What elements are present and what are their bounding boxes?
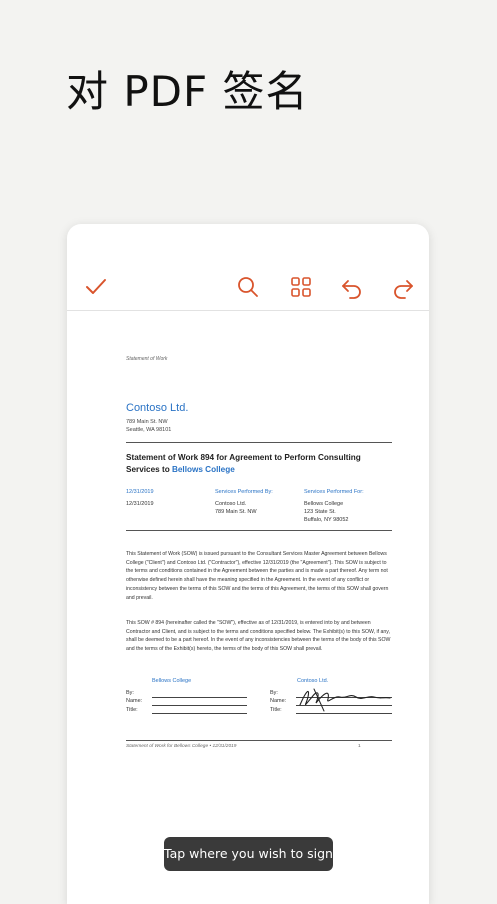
company-name: Contoso Ltd. xyxy=(126,402,189,414)
paragraph: This SOW # 894 (hereinafter called the "… xyxy=(126,620,391,653)
app-window: Statement of Work Contoso Ltd. 789 Main … xyxy=(67,224,429,904)
divider xyxy=(126,530,392,531)
performed-for-label: Services Performed For: xyxy=(304,489,364,495)
grid-icon xyxy=(291,277,311,297)
checkmark-icon xyxy=(86,279,106,294)
sig-by-label: By: xyxy=(126,690,134,696)
header-note: Statement of Work xyxy=(126,356,168,362)
search-button[interactable] xyxy=(233,272,263,302)
headline: 对 PDF 签名 xyxy=(66,67,309,116)
sign-hint-toast: Tap where you wish to sign xyxy=(164,837,333,871)
title-highlight: Bellows College xyxy=(171,465,235,474)
sig-title-label: Title: xyxy=(126,706,138,713)
performed-for-line: Buffalo, NY 98052 xyxy=(304,517,349,523)
date-value: 12/31/2019 xyxy=(126,501,154,507)
handwritten-signature xyxy=(299,688,391,712)
signature-line[interactable] xyxy=(152,705,247,706)
signature-labels-right: By: Name: Title: xyxy=(270,689,286,714)
title-text: Statement of Work 894 for Agreement to P… xyxy=(126,453,361,474)
document-title: Statement of Work 894 for Agreement to P… xyxy=(126,452,392,476)
page-number: 1 xyxy=(358,744,361,749)
performed-for-column: Services Performed For: Bellows College … xyxy=(304,488,364,524)
done-button[interactable] xyxy=(81,272,111,302)
signature-line[interactable] xyxy=(152,713,247,714)
performed-by-line: 789 Main St. NW xyxy=(215,509,257,515)
company-address: 789 Main St. NW Seattle, WA 98101 xyxy=(126,418,171,434)
performed-by-column: Services Performed By: Contoso Ltd. 789 … xyxy=(215,488,273,516)
performed-for-line: Bellows College xyxy=(304,501,344,507)
signature-line[interactable] xyxy=(296,713,392,714)
performed-by-label: Services Performed By: xyxy=(215,489,273,495)
address-line: 789 Main St. NW xyxy=(126,419,168,425)
signature-party-left: Bellows College xyxy=(152,678,192,684)
date-column: 12/31/2019 12/31/2019 xyxy=(126,488,154,508)
search-icon xyxy=(238,277,258,297)
signature-labels-left: By: Name: Title: xyxy=(126,689,142,714)
paragraph: This Statement of Work (SOW) is issued p… xyxy=(126,551,389,601)
sig-title-label: Title: xyxy=(270,706,282,713)
redo-icon xyxy=(394,280,413,299)
sig-name-label: Name: xyxy=(126,698,143,705)
divider xyxy=(126,740,392,741)
divider xyxy=(126,442,392,443)
sig-by-label: By: xyxy=(270,690,278,696)
sig-name-label: Name: xyxy=(270,698,287,705)
date-label: 12/31/2019 xyxy=(126,489,154,495)
address-line: Seattle, WA 98101 xyxy=(126,427,172,433)
signature-line[interactable] xyxy=(152,697,247,698)
footer-note: Statement of Work for Bellows College • … xyxy=(126,744,237,749)
undo-icon xyxy=(342,280,361,299)
thumbnails-button[interactable] xyxy=(286,272,316,302)
undo-button[interactable] xyxy=(337,272,367,302)
performed-for-line: 123 State St. xyxy=(304,509,336,515)
performed-by-line: Contoso Ltd. xyxy=(215,501,247,507)
redo-button[interactable] xyxy=(388,272,418,302)
toolbar xyxy=(67,264,429,311)
